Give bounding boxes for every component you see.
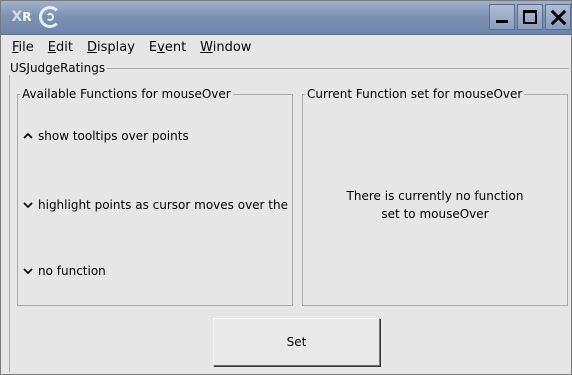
message-line-2: set to mouseOver: [381, 207, 489, 221]
available-functions-label: Available Functions for mouseOver: [20, 87, 233, 101]
current-function-message: There is currently no function set to mo…: [302, 187, 568, 223]
menu-display-mnemonic: D: [86, 39, 97, 55]
option-label: highlight points as cursor moves over th…: [38, 198, 288, 212]
r-logo: X R: [7, 6, 35, 28]
message-line-1: There is currently no function: [346, 189, 524, 203]
chevron-down-icon: [23, 266, 33, 276]
title-bar[interactable]: X R: [1, 1, 571, 35]
option-highlight-points[interactable]: highlight points as cursor moves over th…: [23, 198, 289, 212]
menu-event-label: ent: [164, 39, 187, 55]
menu-window[interactable]: Window: [193, 40, 258, 55]
menu-event[interactable]: Event: [142, 40, 193, 55]
current-function-label: Current Function set for mouseOver: [305, 87, 525, 101]
menu-edit[interactable]: Edit: [41, 40, 80, 55]
chevron-down-icon: [23, 200, 33, 210]
menu-display-label: isplay: [96, 39, 135, 55]
chevron-up-icon: [23, 131, 33, 141]
option-label: show tooltips over points: [38, 129, 189, 143]
menu-edit-label: dit: [56, 39, 73, 55]
title-bar-left: X R: [7, 4, 61, 30]
close-icon[interactable]: [545, 4, 571, 30]
maximize-icon[interactable]: [517, 4, 543, 30]
menu-bar: File Edit Display Event Window: [1, 35, 571, 59]
option-label: no function: [38, 264, 106, 278]
set-button[interactable]: Set: [213, 318, 380, 366]
option-show-tooltips[interactable]: show tooltips over points: [23, 129, 289, 143]
menu-file-label: ile: [18, 39, 34, 55]
menu-event-pre: E: [148, 39, 158, 55]
menu-window-mnemonic: W: [200, 39, 213, 55]
window-menu-icon[interactable]: [39, 6, 61, 28]
menu-file[interactable]: File: [5, 40, 41, 55]
option-no-function[interactable]: no function: [23, 264, 289, 278]
menu-edit-mnemonic: E: [47, 39, 56, 55]
r-logo-text: R: [22, 10, 31, 24]
menu-display[interactable]: Display: [80, 40, 142, 55]
minimize-icon[interactable]: [489, 4, 515, 30]
window-controls: [489, 4, 571, 30]
set-button-label: Set: [286, 335, 307, 349]
menu-window-label: indow: [212, 39, 252, 55]
app-window: X R File Edit Display Event Window USJud…: [0, 0, 572, 375]
dataset-group-label: USJudgeRatings: [8, 61, 108, 75]
menu-event-mnemonic: v: [157, 39, 165, 55]
r-logo-mark: X: [11, 9, 22, 25]
